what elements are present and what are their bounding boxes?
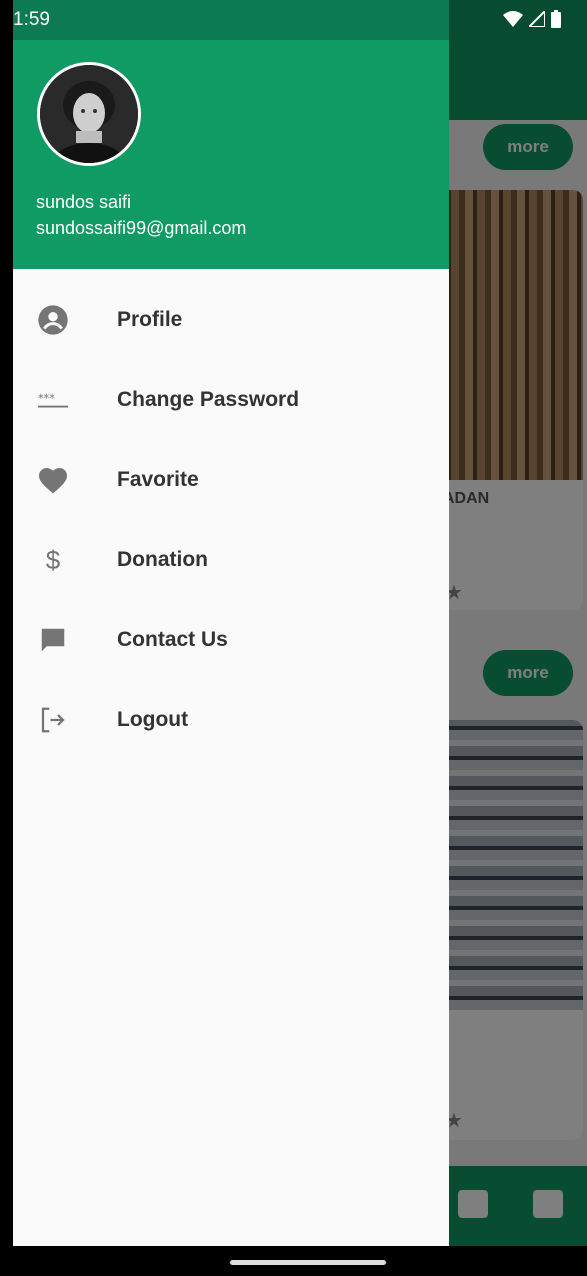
menu-item-logout[interactable]: Logout [13, 680, 449, 760]
menu-item-label: Contact Us [117, 628, 228, 651]
menu-item-label: Donation [117, 548, 208, 571]
user-name: sundos saifi [36, 192, 132, 212]
dollar-icon: $ [45, 544, 61, 575]
menu-item-profile[interactable]: Profile [13, 280, 449, 360]
status-time: 1:59 [13, 9, 50, 30]
menu-item-label: Profile [117, 308, 183, 331]
signal-icon [529, 11, 545, 27]
logout-icon [37, 704, 69, 736]
menu-item-label: Logout [117, 708, 189, 731]
account-circle-icon [37, 304, 69, 336]
menu-item-contact-us[interactable]: Contact Us [13, 600, 449, 680]
navigation-drawer: sundos saifi sundossaifi99@gmail.com Pro… [13, 0, 449, 1246]
menu-item-change-password[interactable]: *** Change Password [13, 360, 449, 440]
status-bar: 1:59 [13, 0, 587, 40]
wifi-icon [503, 11, 523, 27]
menu-item-label: Favorite [117, 468, 199, 491]
avatar[interactable] [37, 62, 141, 166]
app-screen: more ADAN ★ more ★ sundos saifi [13, 0, 587, 1246]
drawer-header: sundos saifi sundossaifi99@gmail.com [13, 40, 449, 269]
svg-text:***: *** [38, 392, 55, 405]
heart-icon [37, 464, 69, 496]
status-icons [503, 10, 561, 28]
home-gesture-handle[interactable] [230, 1260, 386, 1265]
menu-item-label: Change Password [117, 388, 300, 411]
menu-item-donation[interactable]: $ Donation [13, 520, 449, 600]
chat-icon [37, 624, 69, 656]
user-email: sundossaifi99@gmail.com [36, 218, 247, 238]
drawer-menu: Profile *** Change Password Favorite $ D… [13, 280, 449, 760]
menu-item-favorite[interactable]: Favorite [13, 440, 449, 520]
password-icon: *** [37, 384, 69, 416]
gesture-bar [0, 1246, 587, 1276]
battery-icon [551, 10, 561, 28]
